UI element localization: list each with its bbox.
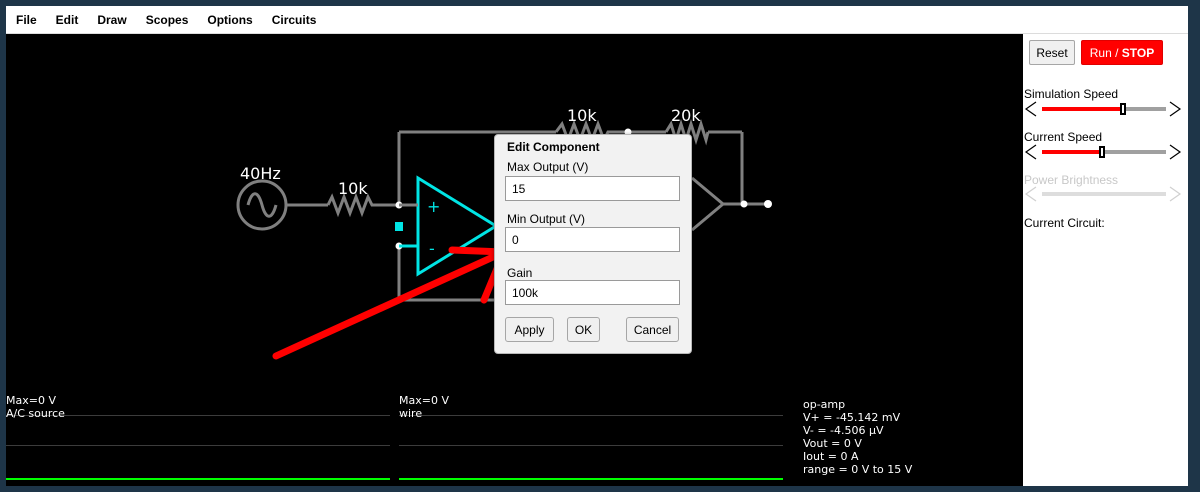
side-panel: Reset Run / STOP Simulation Speed Curren… — [1023, 34, 1188, 486]
scope-2-trace — [399, 478, 783, 480]
slider-track — [1042, 192, 1166, 196]
scope-1-trace — [6, 478, 390, 480]
menu-draw[interactable]: Draw — [97, 13, 126, 27]
chevron-left-icon — [1024, 186, 1037, 202]
ok-button[interactable]: OK — [567, 317, 600, 342]
current-speed-label: Current Speed — [1024, 130, 1103, 144]
output-amp-icon[interactable] — [691, 176, 726, 232]
slider-thumb[interactable] — [1099, 146, 1105, 158]
info-line: range = 0 V to 15 V — [803, 463, 913, 476]
menu-file[interactable]: File — [16, 13, 37, 27]
scope-2-max: Max=0 V — [399, 394, 449, 407]
annotation-arrow — [272, 246, 508, 360]
cancel-button[interactable]: Cancel — [626, 317, 679, 342]
component-info: op-amp V+ = -45.142 mV V- = -4.506 µV Vo… — [803, 398, 912, 476]
menu-edit[interactable]: Edit — [56, 13, 79, 27]
op-amp-plus-sign: + — [427, 197, 440, 216]
slider-fill — [1042, 150, 1104, 154]
min-output-input[interactable] — [505, 227, 680, 252]
max-output-label: Max Output (V) — [507, 160, 589, 174]
chevron-left-icon[interactable] — [1024, 101, 1038, 117]
run-label: Run / — [1089, 45, 1122, 60]
menu-options[interactable]: Options — [207, 13, 252, 27]
simulation-speed-slider[interactable] — [1023, 101, 1183, 117]
menu-scopes[interactable]: Scopes — [146, 13, 189, 27]
scope-panel-2[interactable]: Max=0 V wire — [399, 394, 783, 486]
chevron-right-icon[interactable] — [1168, 144, 1182, 160]
resistor-icon[interactable] — [326, 192, 376, 218]
slider-fill — [1042, 107, 1126, 111]
scope-panel-1[interactable]: Max=0 V A/C source — [6, 394, 390, 486]
menu-circuits[interactable]: Circuits — [272, 13, 317, 27]
simulation-speed-label: Simulation Speed — [1024, 87, 1119, 101]
edit-component-dialog: Edit Component Max Output (V) Min Output… — [494, 134, 692, 354]
stop-label: STOP — [1121, 45, 1155, 60]
input-resistor-label: 10k — [338, 179, 368, 198]
circuit-canvas[interactable]: 40Hz 10k 10k 20k + - Max=0 V A/C source … — [6, 34, 1023, 486]
slider-track[interactable] — [1042, 103, 1166, 115]
menu-bar: File Edit Draw Scopes Options Circuits — [6, 6, 1188, 34]
power-brightness-label: Power Brightness — [1024, 173, 1119, 187]
apply-button[interactable]: Apply — [505, 317, 554, 342]
gain-label: Gain — [507, 266, 533, 280]
info-line: Iout = 0 A — [803, 450, 859, 463]
slider-thumb[interactable] — [1120, 103, 1127, 115]
ac-source-icon[interactable] — [236, 179, 288, 231]
dialog-title: Edit Component — [507, 140, 600, 154]
info-line: V- = -4.506 µV — [803, 424, 884, 437]
slider-track[interactable] — [1042, 146, 1166, 158]
reset-button[interactable]: Reset — [1029, 40, 1075, 65]
op-amp-minus-sign: - — [429, 239, 435, 258]
feedback-resistor-1-label: 10k — [567, 106, 597, 125]
chevron-right-icon[interactable] — [1168, 101, 1182, 117]
scope-1-name: A/C source — [6, 407, 65, 420]
min-output-label: Min Output (V) — [507, 212, 586, 226]
chevron-left-icon[interactable] — [1024, 144, 1038, 160]
info-line: Vout = 0 V — [803, 437, 862, 450]
source-frequency-label: 40Hz — [240, 164, 281, 183]
power-brightness-slider — [1023, 186, 1183, 202]
info-title: op-amp — [803, 398, 846, 411]
info-line: V+ = -45.142 mV — [803, 411, 901, 424]
current-circuit-label: Current Circuit: — [1024, 216, 1105, 230]
scope-1-max: Max=0 V — [6, 394, 56, 407]
run-stop-button[interactable]: Run / STOP — [1081, 40, 1163, 65]
scope-2-name: wire — [399, 407, 423, 420]
current-speed-slider[interactable] — [1023, 144, 1183, 160]
circuit-simulator-app: File Edit Draw Scopes Options Circuits 4… — [6, 6, 1188, 486]
gain-input[interactable] — [505, 280, 680, 305]
feedback-resistor-2-label: 20k — [671, 106, 701, 125]
max-output-input[interactable] — [505, 176, 680, 201]
chevron-right-icon — [1169, 186, 1182, 202]
